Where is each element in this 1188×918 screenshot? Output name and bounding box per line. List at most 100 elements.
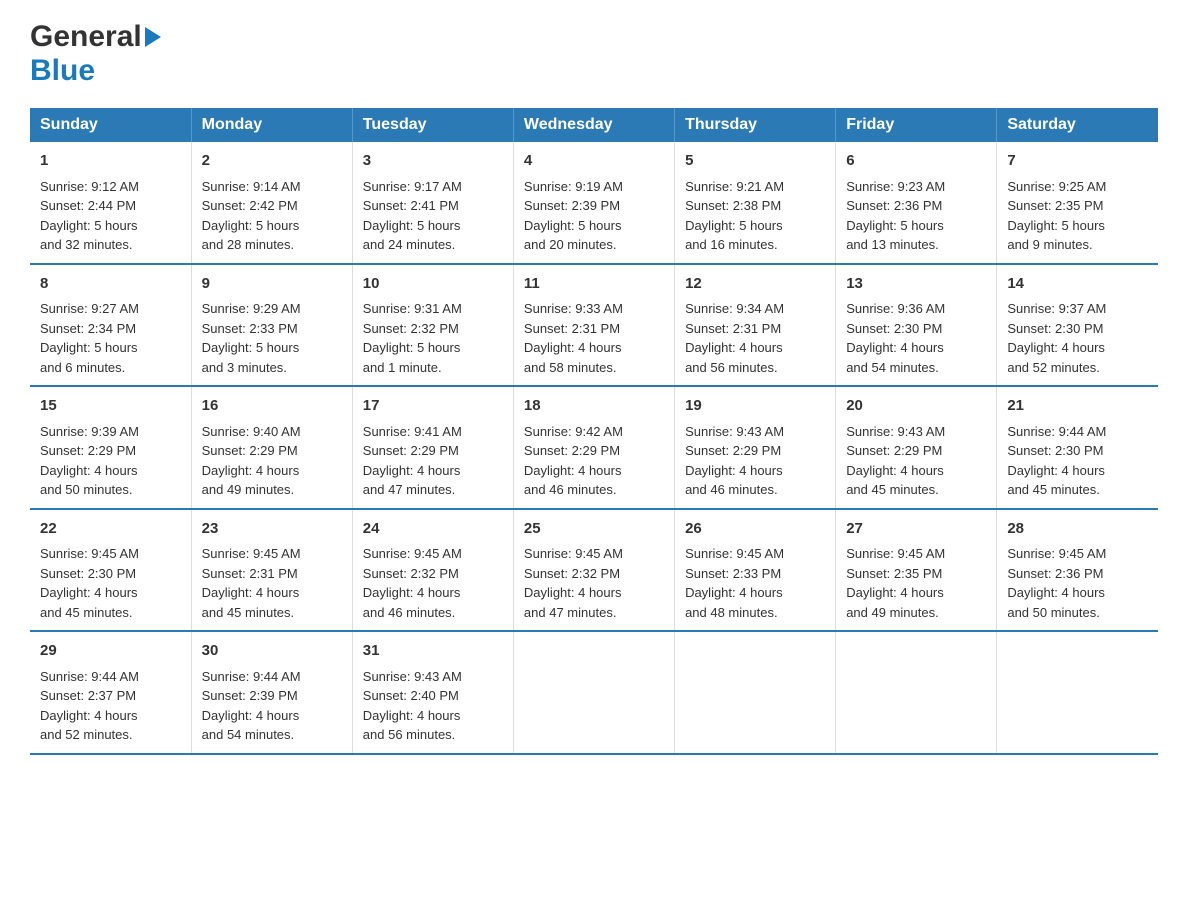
sunset: Sunset: 2:30 PM xyxy=(1007,321,1103,336)
logo-blue: Blue xyxy=(30,54,95,88)
daylight2: and 1 minute. xyxy=(363,360,442,375)
day-number: 24 xyxy=(363,518,503,541)
calendar-cell: 23 Sunrise: 9:45 AM Sunset: 2:31 PM Dayl… xyxy=(191,509,352,632)
daylight: Daylight: 5 hours xyxy=(40,218,138,233)
day-number: 13 xyxy=(846,273,986,296)
sunset: Sunset: 2:38 PM xyxy=(685,198,781,213)
calendar-header-row: SundayMondayTuesdayWednesdayThursdayFrid… xyxy=(30,108,1158,142)
day-number: 6 xyxy=(846,150,986,173)
sunrise: Sunrise: 9:45 AM xyxy=(202,546,301,561)
sunrise: Sunrise: 9:43 AM xyxy=(363,669,462,684)
calendar-cell: 12 Sunrise: 9:34 AM Sunset: 2:31 PM Dayl… xyxy=(675,264,836,387)
week-row-4: 22 Sunrise: 9:45 AM Sunset: 2:30 PM Dayl… xyxy=(30,509,1158,632)
day-number: 17 xyxy=(363,395,503,418)
day-number: 7 xyxy=(1007,150,1148,173)
day-number: 18 xyxy=(524,395,664,418)
daylight: Daylight: 4 hours xyxy=(202,585,300,600)
sunrise: Sunrise: 9:45 AM xyxy=(846,546,945,561)
daylight: Daylight: 5 hours xyxy=(363,340,461,355)
sunrise: Sunrise: 9:23 AM xyxy=(846,179,945,194)
header-monday: Monday xyxy=(191,108,352,142)
daylight: Daylight: 5 hours xyxy=(40,340,138,355)
sunrise: Sunrise: 9:19 AM xyxy=(524,179,623,194)
daylight2: and 32 minutes. xyxy=(40,237,133,252)
daylight: Daylight: 4 hours xyxy=(1007,585,1105,600)
sunset: Sunset: 2:35 PM xyxy=(1007,198,1103,213)
calendar-table: SundayMondayTuesdayWednesdayThursdayFrid… xyxy=(30,108,1158,755)
day-number: 25 xyxy=(524,518,664,541)
daylight2: and 46 minutes. xyxy=(363,605,456,620)
sunset: Sunset: 2:29 PM xyxy=(524,443,620,458)
sunrise: Sunrise: 9:44 AM xyxy=(40,669,139,684)
calendar-cell: 29 Sunrise: 9:44 AM Sunset: 2:37 PM Dayl… xyxy=(30,631,191,754)
calendar-cell: 1 Sunrise: 9:12 AM Sunset: 2:44 PM Dayli… xyxy=(30,142,191,264)
daylight2: and 45 minutes. xyxy=(202,605,295,620)
daylight2: and 46 minutes. xyxy=(524,482,617,497)
daylight2: and 49 minutes. xyxy=(846,605,939,620)
calendar-cell: 15 Sunrise: 9:39 AM Sunset: 2:29 PM Dayl… xyxy=(30,386,191,509)
sunrise: Sunrise: 9:27 AM xyxy=(40,301,139,316)
daylight2: and 47 minutes. xyxy=(524,605,617,620)
sunrise: Sunrise: 9:25 AM xyxy=(1007,179,1106,194)
daylight2: and 6 minutes. xyxy=(40,360,125,375)
calendar-cell: 5 Sunrise: 9:21 AM Sunset: 2:38 PM Dayli… xyxy=(675,142,836,264)
calendar-cell: 2 Sunrise: 9:14 AM Sunset: 2:42 PM Dayli… xyxy=(191,142,352,264)
sunset: Sunset: 2:31 PM xyxy=(685,321,781,336)
day-number: 22 xyxy=(40,518,181,541)
calendar-cell: 22 Sunrise: 9:45 AM Sunset: 2:30 PM Dayl… xyxy=(30,509,191,632)
daylight: Daylight: 4 hours xyxy=(524,585,622,600)
daylight: Daylight: 4 hours xyxy=(40,708,138,723)
daylight: Daylight: 4 hours xyxy=(363,585,461,600)
calendar-cell: 19 Sunrise: 9:43 AM Sunset: 2:29 PM Dayl… xyxy=(675,386,836,509)
daylight2: and 48 minutes. xyxy=(685,605,778,620)
day-number: 19 xyxy=(685,395,825,418)
daylight: Daylight: 4 hours xyxy=(846,340,944,355)
daylight: Daylight: 5 hours xyxy=(202,340,300,355)
daylight: Daylight: 4 hours xyxy=(685,340,783,355)
sunset: Sunset: 2:44 PM xyxy=(40,198,136,213)
header-wednesday: Wednesday xyxy=(513,108,674,142)
sunrise: Sunrise: 9:29 AM xyxy=(202,301,301,316)
daylight: Daylight: 4 hours xyxy=(363,463,461,478)
sunrise: Sunrise: 9:43 AM xyxy=(846,424,945,439)
sunset: Sunset: 2:32 PM xyxy=(524,566,620,581)
day-number: 2 xyxy=(202,150,342,173)
header-friday: Friday xyxy=(836,108,997,142)
day-number: 20 xyxy=(846,395,986,418)
week-row-1: 1 Sunrise: 9:12 AM Sunset: 2:44 PM Dayli… xyxy=(30,142,1158,264)
day-number: 16 xyxy=(202,395,342,418)
daylight: Daylight: 4 hours xyxy=(202,708,300,723)
daylight2: and 20 minutes. xyxy=(524,237,617,252)
header-sunday: Sunday xyxy=(30,108,191,142)
daylight: Daylight: 4 hours xyxy=(524,340,622,355)
daylight2: and 16 minutes. xyxy=(685,237,778,252)
sunrise: Sunrise: 9:40 AM xyxy=(202,424,301,439)
sunrise: Sunrise: 9:45 AM xyxy=(685,546,784,561)
sunrise: Sunrise: 9:21 AM xyxy=(685,179,784,194)
calendar-cell: 4 Sunrise: 9:19 AM Sunset: 2:39 PM Dayli… xyxy=(513,142,674,264)
daylight: Daylight: 5 hours xyxy=(846,218,944,233)
sunset: Sunset: 2:31 PM xyxy=(524,321,620,336)
sunset: Sunset: 2:40 PM xyxy=(363,688,459,703)
daylight2: and 56 minutes. xyxy=(363,727,456,742)
daylight2: and 52 minutes. xyxy=(40,727,133,742)
sunrise: Sunrise: 9:41 AM xyxy=(363,424,462,439)
sunrise: Sunrise: 9:12 AM xyxy=(40,179,139,194)
day-number: 26 xyxy=(685,518,825,541)
sunrise: Sunrise: 9:45 AM xyxy=(363,546,462,561)
day-number: 1 xyxy=(40,150,181,173)
day-number: 11 xyxy=(524,273,664,296)
daylight2: and 24 minutes. xyxy=(363,237,456,252)
calendar-cell: 3 Sunrise: 9:17 AM Sunset: 2:41 PM Dayli… xyxy=(352,142,513,264)
daylight: Daylight: 5 hours xyxy=(202,218,300,233)
calendar-cell: 7 Sunrise: 9:25 AM Sunset: 2:35 PM Dayli… xyxy=(997,142,1158,264)
daylight: Daylight: 4 hours xyxy=(40,463,138,478)
sunset: Sunset: 2:29 PM xyxy=(40,443,136,458)
daylight2: and 3 minutes. xyxy=(202,360,287,375)
sunset: Sunset: 2:29 PM xyxy=(202,443,298,458)
day-number: 4 xyxy=(524,150,664,173)
daylight: Daylight: 4 hours xyxy=(524,463,622,478)
calendar-cell: 9 Sunrise: 9:29 AM Sunset: 2:33 PM Dayli… xyxy=(191,264,352,387)
sunset: Sunset: 2:36 PM xyxy=(1007,566,1103,581)
daylight2: and 13 minutes. xyxy=(846,237,939,252)
